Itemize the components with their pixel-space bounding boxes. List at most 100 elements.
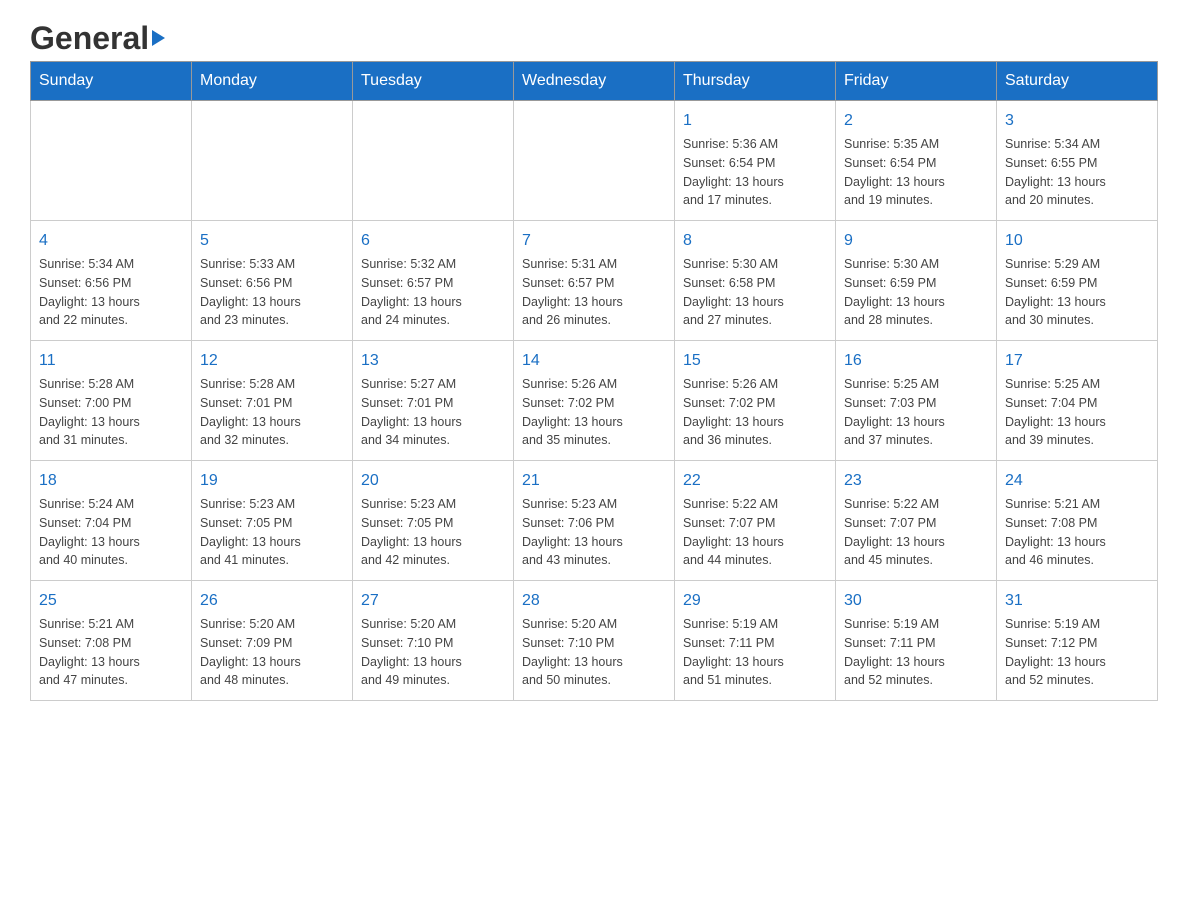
logo: General (30, 20, 165, 51)
day-info: Sunrise: 5:24 AMSunset: 7:04 PMDaylight:… (39, 495, 183, 570)
day-info: Sunrise: 5:20 AMSunset: 7:10 PMDaylight:… (522, 615, 666, 690)
calendar-day-10: 10Sunrise: 5:29 AMSunset: 6:59 PMDayligh… (997, 221, 1158, 341)
day-info: Sunrise: 5:21 AMSunset: 7:08 PMDaylight:… (1005, 495, 1149, 570)
day-number: 31 (1005, 589, 1149, 613)
day-number: 15 (683, 349, 827, 373)
days-of-week-row: SundayMondayTuesdayWednesdayThursdayFrid… (31, 62, 1158, 101)
day-number: 29 (683, 589, 827, 613)
day-info: Sunrise: 5:19 AMSunset: 7:11 PMDaylight:… (844, 615, 988, 690)
day-number: 14 (522, 349, 666, 373)
day-number: 12 (200, 349, 344, 373)
day-info: Sunrise: 5:34 AMSunset: 6:56 PMDaylight:… (39, 255, 183, 330)
calendar-day-6: 6Sunrise: 5:32 AMSunset: 6:57 PMDaylight… (353, 221, 514, 341)
empty-cell (192, 101, 353, 221)
day-number: 20 (361, 469, 505, 493)
calendar-day-7: 7Sunrise: 5:31 AMSunset: 6:57 PMDaylight… (514, 221, 675, 341)
day-number: 19 (200, 469, 344, 493)
calendar-day-18: 18Sunrise: 5:24 AMSunset: 7:04 PMDayligh… (31, 461, 192, 581)
day-number: 23 (844, 469, 988, 493)
day-info: Sunrise: 5:23 AMSunset: 7:05 PMDaylight:… (200, 495, 344, 570)
day-info: Sunrise: 5:22 AMSunset: 7:07 PMDaylight:… (844, 495, 988, 570)
day-number: 8 (683, 229, 827, 253)
day-number: 6 (361, 229, 505, 253)
calendar-week-3: 11Sunrise: 5:28 AMSunset: 7:00 PMDayligh… (31, 341, 1158, 461)
day-info: Sunrise: 5:19 AMSunset: 7:12 PMDaylight:… (1005, 615, 1149, 690)
day-info: Sunrise: 5:28 AMSunset: 7:01 PMDaylight:… (200, 375, 344, 450)
page-header: General (30, 20, 1158, 51)
calendar-day-5: 5Sunrise: 5:33 AMSunset: 6:56 PMDaylight… (192, 221, 353, 341)
day-info: Sunrise: 5:35 AMSunset: 6:54 PMDaylight:… (844, 135, 988, 210)
calendar-day-17: 17Sunrise: 5:25 AMSunset: 7:04 PMDayligh… (997, 341, 1158, 461)
calendar-body: 1Sunrise: 5:36 AMSunset: 6:54 PMDaylight… (31, 101, 1158, 701)
day-number: 16 (844, 349, 988, 373)
day-info: Sunrise: 5:20 AMSunset: 7:09 PMDaylight:… (200, 615, 344, 690)
day-number: 27 (361, 589, 505, 613)
calendar-day-31: 31Sunrise: 5:19 AMSunset: 7:12 PMDayligh… (997, 581, 1158, 701)
day-number: 26 (200, 589, 344, 613)
day-info: Sunrise: 5:23 AMSunset: 7:06 PMDaylight:… (522, 495, 666, 570)
calendar-day-28: 28Sunrise: 5:20 AMSunset: 7:10 PMDayligh… (514, 581, 675, 701)
day-number: 13 (361, 349, 505, 373)
empty-cell (31, 101, 192, 221)
day-number: 21 (522, 469, 666, 493)
empty-cell (353, 101, 514, 221)
day-header-thursday: Thursday (675, 62, 836, 101)
calendar-day-20: 20Sunrise: 5:23 AMSunset: 7:05 PMDayligh… (353, 461, 514, 581)
day-number: 17 (1005, 349, 1149, 373)
calendar-day-13: 13Sunrise: 5:27 AMSunset: 7:01 PMDayligh… (353, 341, 514, 461)
day-number: 5 (200, 229, 344, 253)
calendar-table: SundayMondayTuesdayWednesdayThursdayFrid… (30, 61, 1158, 701)
day-number: 10 (1005, 229, 1149, 253)
calendar-day-27: 27Sunrise: 5:20 AMSunset: 7:10 PMDayligh… (353, 581, 514, 701)
day-info: Sunrise: 5:25 AMSunset: 7:03 PMDaylight:… (844, 375, 988, 450)
calendar-day-29: 29Sunrise: 5:19 AMSunset: 7:11 PMDayligh… (675, 581, 836, 701)
calendar-week-5: 25Sunrise: 5:21 AMSunset: 7:08 PMDayligh… (31, 581, 1158, 701)
day-info: Sunrise: 5:36 AMSunset: 6:54 PMDaylight:… (683, 135, 827, 210)
empty-cell (514, 101, 675, 221)
day-header-tuesday: Tuesday (353, 62, 514, 101)
day-info: Sunrise: 5:30 AMSunset: 6:58 PMDaylight:… (683, 255, 827, 330)
calendar-header: SundayMondayTuesdayWednesdayThursdayFrid… (31, 62, 1158, 101)
calendar-day-1: 1Sunrise: 5:36 AMSunset: 6:54 PMDaylight… (675, 101, 836, 221)
day-number: 9 (844, 229, 988, 253)
day-header-saturday: Saturday (997, 62, 1158, 101)
calendar-day-24: 24Sunrise: 5:21 AMSunset: 7:08 PMDayligh… (997, 461, 1158, 581)
day-info: Sunrise: 5:21 AMSunset: 7:08 PMDaylight:… (39, 615, 183, 690)
calendar-day-8: 8Sunrise: 5:30 AMSunset: 6:58 PMDaylight… (675, 221, 836, 341)
day-number: 28 (522, 589, 666, 613)
day-header-friday: Friday (836, 62, 997, 101)
day-info: Sunrise: 5:19 AMSunset: 7:11 PMDaylight:… (683, 615, 827, 690)
day-info: Sunrise: 5:32 AMSunset: 6:57 PMDaylight:… (361, 255, 505, 330)
day-info: Sunrise: 5:27 AMSunset: 7:01 PMDaylight:… (361, 375, 505, 450)
day-info: Sunrise: 5:33 AMSunset: 6:56 PMDaylight:… (200, 255, 344, 330)
day-info: Sunrise: 5:28 AMSunset: 7:00 PMDaylight:… (39, 375, 183, 450)
day-header-monday: Monday (192, 62, 353, 101)
calendar-day-21: 21Sunrise: 5:23 AMSunset: 7:06 PMDayligh… (514, 461, 675, 581)
day-info: Sunrise: 5:23 AMSunset: 7:05 PMDaylight:… (361, 495, 505, 570)
calendar-day-11: 11Sunrise: 5:28 AMSunset: 7:00 PMDayligh… (31, 341, 192, 461)
day-number: 2 (844, 109, 988, 133)
day-number: 22 (683, 469, 827, 493)
calendar-day-26: 26Sunrise: 5:20 AMSunset: 7:09 PMDayligh… (192, 581, 353, 701)
calendar-day-22: 22Sunrise: 5:22 AMSunset: 7:07 PMDayligh… (675, 461, 836, 581)
calendar-day-16: 16Sunrise: 5:25 AMSunset: 7:03 PMDayligh… (836, 341, 997, 461)
day-header-wednesday: Wednesday (514, 62, 675, 101)
calendar-week-4: 18Sunrise: 5:24 AMSunset: 7:04 PMDayligh… (31, 461, 1158, 581)
day-info: Sunrise: 5:26 AMSunset: 7:02 PMDaylight:… (522, 375, 666, 450)
day-info: Sunrise: 5:25 AMSunset: 7:04 PMDaylight:… (1005, 375, 1149, 450)
calendar-day-23: 23Sunrise: 5:22 AMSunset: 7:07 PMDayligh… (836, 461, 997, 581)
calendar-week-2: 4Sunrise: 5:34 AMSunset: 6:56 PMDaylight… (31, 221, 1158, 341)
day-number: 7 (522, 229, 666, 253)
day-info: Sunrise: 5:31 AMSunset: 6:57 PMDaylight:… (522, 255, 666, 330)
calendar-day-19: 19Sunrise: 5:23 AMSunset: 7:05 PMDayligh… (192, 461, 353, 581)
day-number: 24 (1005, 469, 1149, 493)
calendar-day-9: 9Sunrise: 5:30 AMSunset: 6:59 PMDaylight… (836, 221, 997, 341)
day-info: Sunrise: 5:20 AMSunset: 7:10 PMDaylight:… (361, 615, 505, 690)
day-number: 30 (844, 589, 988, 613)
calendar-day-25: 25Sunrise: 5:21 AMSunset: 7:08 PMDayligh… (31, 581, 192, 701)
day-number: 3 (1005, 109, 1149, 133)
calendar-day-30: 30Sunrise: 5:19 AMSunset: 7:11 PMDayligh… (836, 581, 997, 701)
calendar-day-12: 12Sunrise: 5:28 AMSunset: 7:01 PMDayligh… (192, 341, 353, 461)
logo-general: General (30, 20, 149, 57)
day-number: 25 (39, 589, 183, 613)
